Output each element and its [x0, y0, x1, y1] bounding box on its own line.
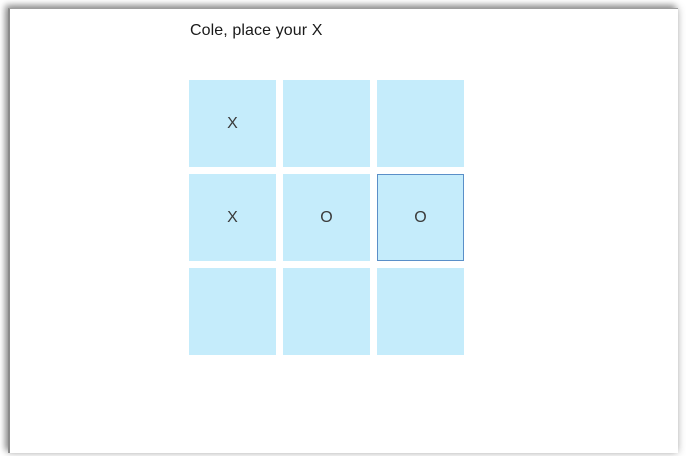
board-cell-r2-c3[interactable]: O: [377, 174, 464, 261]
board-cell-r3-c3[interactable]: [377, 268, 464, 355]
screen: Cole, place your X X X O O: [0, 0, 686, 456]
board-cell-r3-c2[interactable]: [283, 268, 370, 355]
board-cell-r2-c2[interactable]: O: [283, 174, 370, 261]
turn-prompt: Cole, place your X: [190, 22, 323, 39]
board-cell-r1-c1[interactable]: X: [189, 80, 276, 167]
board-cell-r2-c1[interactable]: X: [189, 174, 276, 261]
tic-tac-toe-board: X X O O: [189, 80, 464, 355]
board-cell-r3-c1[interactable]: [189, 268, 276, 355]
board-cell-r1-c3[interactable]: [377, 80, 464, 167]
board-cell-r1-c2[interactable]: [283, 80, 370, 167]
